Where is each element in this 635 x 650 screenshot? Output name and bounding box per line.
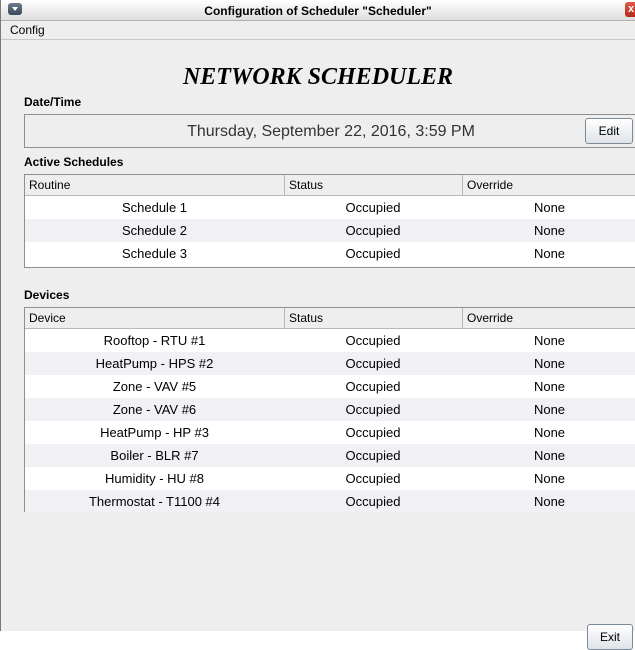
datetime-label: Date/Time [24, 95, 82, 109]
title-bar: Configuration of Scheduler "Scheduler" x [1, 0, 635, 21]
page-title: NETWORK SCHEDULER [182, 64, 454, 90]
status-cell: Occupied [345, 246, 401, 261]
column-header-status[interactable]: Status [284, 308, 462, 328]
devices-body: Rooftop - RTU #1 Occupied None HeatPump - H… [25, 329, 635, 513]
status-cell: Occupied [345, 379, 401, 394]
window-title: Configuration of Scheduler "Scheduler" [204, 4, 432, 18]
menu-config[interactable]: Config [10, 23, 45, 37]
schedules-body: Schedule 1 Occupied None Schedule 2 Occupied… [25, 196, 635, 265]
status-cell: Occupied [345, 494, 401, 509]
status-cell: Occupied [345, 448, 401, 463]
override-cell: None [533, 425, 566, 440]
table-row[interactable]: Zone - VAV #6 Occupied None [25, 398, 635, 421]
override-cell: None [533, 448, 566, 463]
override-cell: None [533, 356, 566, 371]
table-row[interactable]: Zone - VAV #5 Occupied None [25, 375, 635, 398]
override-cell: None [533, 200, 566, 215]
status-cell: Occupied [345, 402, 401, 417]
name-cell: HeatPump - HPS #2 [95, 356, 214, 371]
override-cell: None [533, 246, 566, 261]
close-icon[interactable]: x [625, 2, 635, 17]
name-cell: Schedule 3 [121, 246, 188, 261]
override-cell: None [533, 379, 566, 394]
override-cell: None [533, 223, 566, 238]
status-cell: Occupied [345, 333, 401, 348]
edit-button[interactable]: Edit [585, 118, 633, 144]
override-cell: None [533, 333, 566, 348]
table-row[interactable]: Rooftop - RTU #1 Occupied None [25, 329, 635, 352]
name-cell: Schedule 2 [121, 223, 188, 238]
name-cell: Zone - VAV #5 [112, 379, 197, 394]
status-cell: Occupied [345, 200, 401, 215]
override-cell: None [533, 471, 566, 486]
scheduler-window: Configuration of Scheduler "Scheduler" x… [0, 0, 635, 650]
name-cell: Humidity - HU #8 [105, 471, 204, 486]
table-row[interactable]: Thermostat - T1100 #4 Occupied None [25, 490, 635, 513]
table-row[interactable]: Humidity - HU #8 Occupied None [25, 467, 635, 490]
name-cell: Zone - VAV #6 [112, 402, 197, 417]
table-row[interactable]: HeatPump - HP #3 Occupied None [25, 421, 635, 444]
devices-label: Devices [24, 288, 70, 302]
current-datetime: Thursday, September 22, 2016, 3:59 PM [187, 123, 475, 140]
column-header-status[interactable]: Status [284, 175, 462, 195]
active-schedules-table: Routine Status Override Schedule 1 Occupi… [24, 174, 635, 268]
status-cell: Occupied [345, 356, 401, 371]
name-cell: Schedule 1 [121, 200, 188, 215]
table-header: Routine Status Override [25, 175, 635, 196]
status-cell: Occupied [345, 425, 401, 440]
table-row[interactable]: Boiler - BLR #7 Occupied None [25, 444, 635, 467]
menu-bar: Config [1, 21, 635, 40]
name-cell: Boiler - BLR #7 [110, 448, 199, 463]
name-cell: HeatPump - HP #3 [100, 425, 209, 440]
devices-table: Device Status Override Rooftop - RTU #1 O… [24, 307, 635, 513]
name-cell: Thermostat - T1100 #4 [88, 494, 221, 509]
override-cell: None [533, 494, 566, 509]
datetime-panel: Thursday, September 22, 2016, 3:59 PM [24, 114, 635, 148]
active-schedules-label: Active Schedules [24, 155, 124, 169]
column-header-device[interactable]: Device [25, 311, 284, 325]
column-header-override[interactable]: Override [462, 175, 635, 195]
table-row[interactable]: Schedule 1 Occupied None [25, 196, 635, 219]
name-cell: Rooftop - RTU #1 [103, 333, 206, 348]
exit-button[interactable]: Exit [587, 624, 633, 650]
table-row[interactable]: Schedule 3 Occupied None [25, 242, 635, 265]
override-cell: None [533, 402, 566, 417]
table-row[interactable]: Schedule 2 Occupied None [25, 219, 635, 242]
column-header-routine[interactable]: Routine [25, 178, 284, 192]
status-cell: Occupied [345, 223, 401, 238]
table-header: Device Status Override [25, 308, 635, 329]
column-header-override[interactable]: Override [462, 308, 635, 328]
table-row[interactable]: HeatPump - HPS #2 Occupied None [25, 352, 635, 375]
status-cell: Occupied [345, 471, 401, 486]
